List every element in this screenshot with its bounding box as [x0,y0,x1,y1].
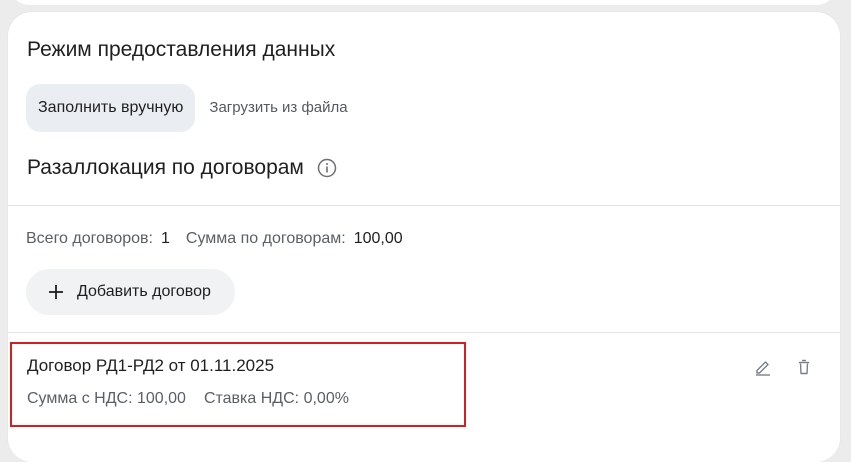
contracts-sum-value: 100,00 [353,230,403,247]
add-contract-button[interactable]: Добавить договор [26,269,235,315]
contract-meta: Сумма с НДС: 100,00 Ставка НДС: 0,00% [27,388,349,410]
reallocation-header: Разаллокация по договорам [27,155,337,181]
contract-vat-rate: Ставка НДС: 0,00% [203,390,349,407]
contract-title: Договор РД1-РД2 от 01.11.2025 [27,356,275,375]
contract-amount: Сумма с НДС: 100,00 [27,390,186,407]
total-contracts-label: Всего договоров: [26,230,153,247]
contracts-summary: Всего договоров: 1 Сумма по договорам: 1… [26,228,403,250]
plus-icon [49,285,63,299]
section-title: Режим предоставления данных [27,38,336,61]
reallocation-title: Разаллокация по договорам [27,156,304,179]
divider [8,205,840,206]
total-contracts-value: 1 [160,230,170,247]
data-mode-card: Режим предоставления данных Заполнить вр… [8,12,840,462]
add-contract-label: Добавить договор [77,283,211,300]
tab-fill-manually[interactable]: Заполнить вручную [26,84,196,132]
contract-item: Договор РД1-РД2 от 01.11.2025 Сумма с НД… [8,333,840,443]
tab-upload-from-file[interactable]: Загрузить из файла [209,98,347,118]
previous-card [8,0,838,5]
trash-icon[interactable] [795,358,813,376]
mode-tabs: Заполнить вручную Загрузить из файла [26,84,348,132]
info-icon[interactable] [317,158,337,178]
contracts-sum-label: Сумма по договорам: [185,230,346,247]
pencil-icon[interactable] [754,358,772,376]
